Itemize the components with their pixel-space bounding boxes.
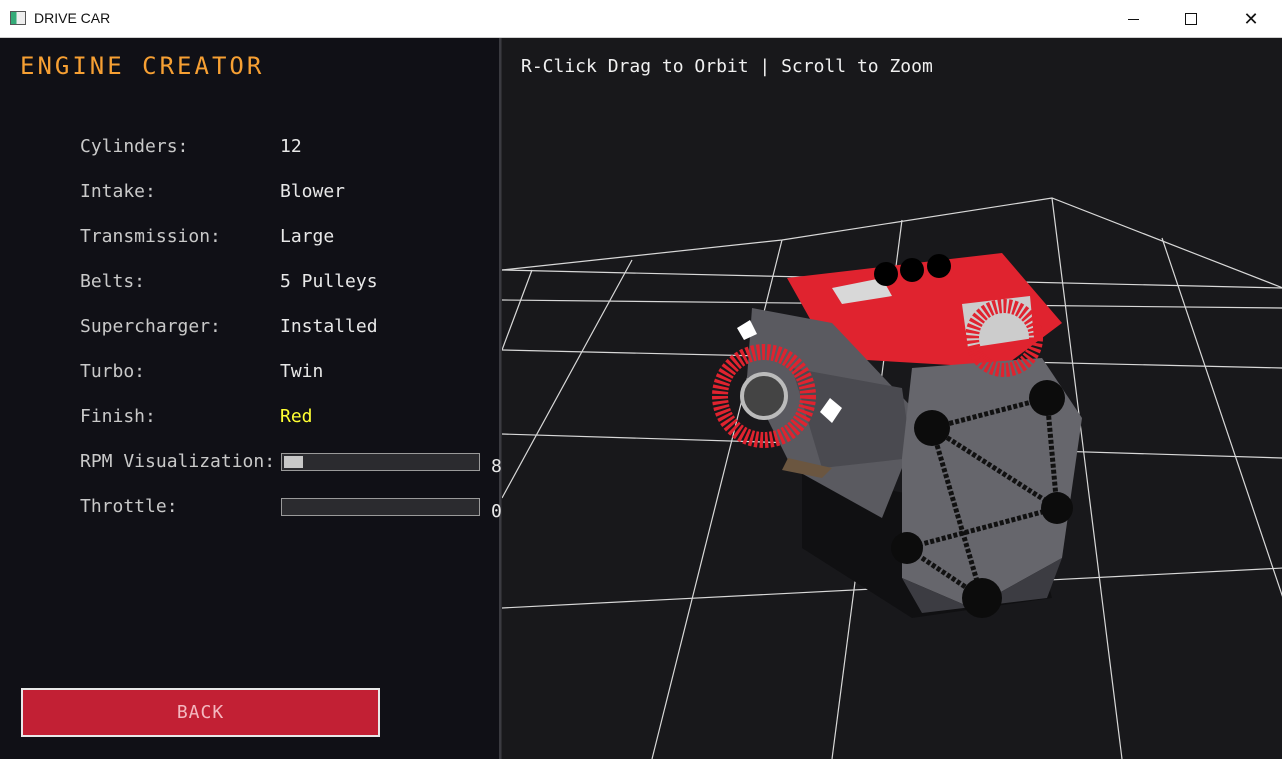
- intake-label: Intake:: [80, 181, 156, 202]
- throttle-label: Throttle:: [80, 496, 178, 517]
- transmission-value[interactable]: Large: [280, 226, 334, 247]
- cylinders-label: Cylinders:: [80, 136, 189, 157]
- rpm-value: 8: [491, 456, 501, 477]
- app-window-icon: [10, 11, 26, 25]
- rpm-slider[interactable]: [281, 453, 480, 471]
- minimize-icon: [1127, 18, 1139, 20]
- panel-title: ENGINE CREATOR: [20, 52, 265, 80]
- finish-value[interactable]: Red: [280, 406, 313, 427]
- throttle-value: 0: [491, 501, 501, 522]
- cylinders-value[interactable]: 12: [280, 136, 302, 157]
- belts-value[interactable]: 5 Pulleys: [280, 271, 378, 292]
- engine-creator-panel: ENGINE CREATOR Cylinders: 12 Intake: Blo…: [0, 38, 501, 759]
- transmission-label: Transmission:: [80, 226, 221, 247]
- back-button[interactable]: BACK: [21, 688, 380, 737]
- close-button[interactable]: ✕: [1222, 0, 1280, 38]
- belts-label: Belts:: [80, 271, 146, 292]
- engine-3d-viewport[interactable]: R-Click Drag to Orbit | Scroll to Zoom: [501, 38, 1282, 759]
- rpm-visualization-label: RPM Visualization:: [80, 451, 276, 472]
- maximize-icon: [1185, 13, 1197, 25]
- throttle-slider[interactable]: [281, 498, 480, 516]
- turbo-label: Turbo:: [80, 361, 146, 382]
- supercharger-label: Supercharger:: [80, 316, 221, 337]
- supercharger-value[interactable]: Installed: [280, 316, 378, 337]
- intake-value[interactable]: Blower: [280, 181, 345, 202]
- engine-scene[interactable]: [502, 38, 1282, 759]
- minimize-button[interactable]: [1104, 0, 1162, 38]
- close-icon: ✕: [1243, 8, 1259, 30]
- window-titlebar: DRIVE CAR ✕: [0, 0, 1282, 38]
- window-title: DRIVE CAR: [34, 10, 111, 26]
- rpm-slider-fill: [284, 456, 303, 468]
- viewport-hint: R-Click Drag to Orbit | Scroll to Zoom: [521, 56, 933, 77]
- turbo-value[interactable]: Twin: [280, 361, 323, 382]
- maximize-button[interactable]: [1162, 0, 1220, 38]
- engine-model: [712, 253, 1082, 618]
- finish-label: Finish:: [80, 406, 156, 427]
